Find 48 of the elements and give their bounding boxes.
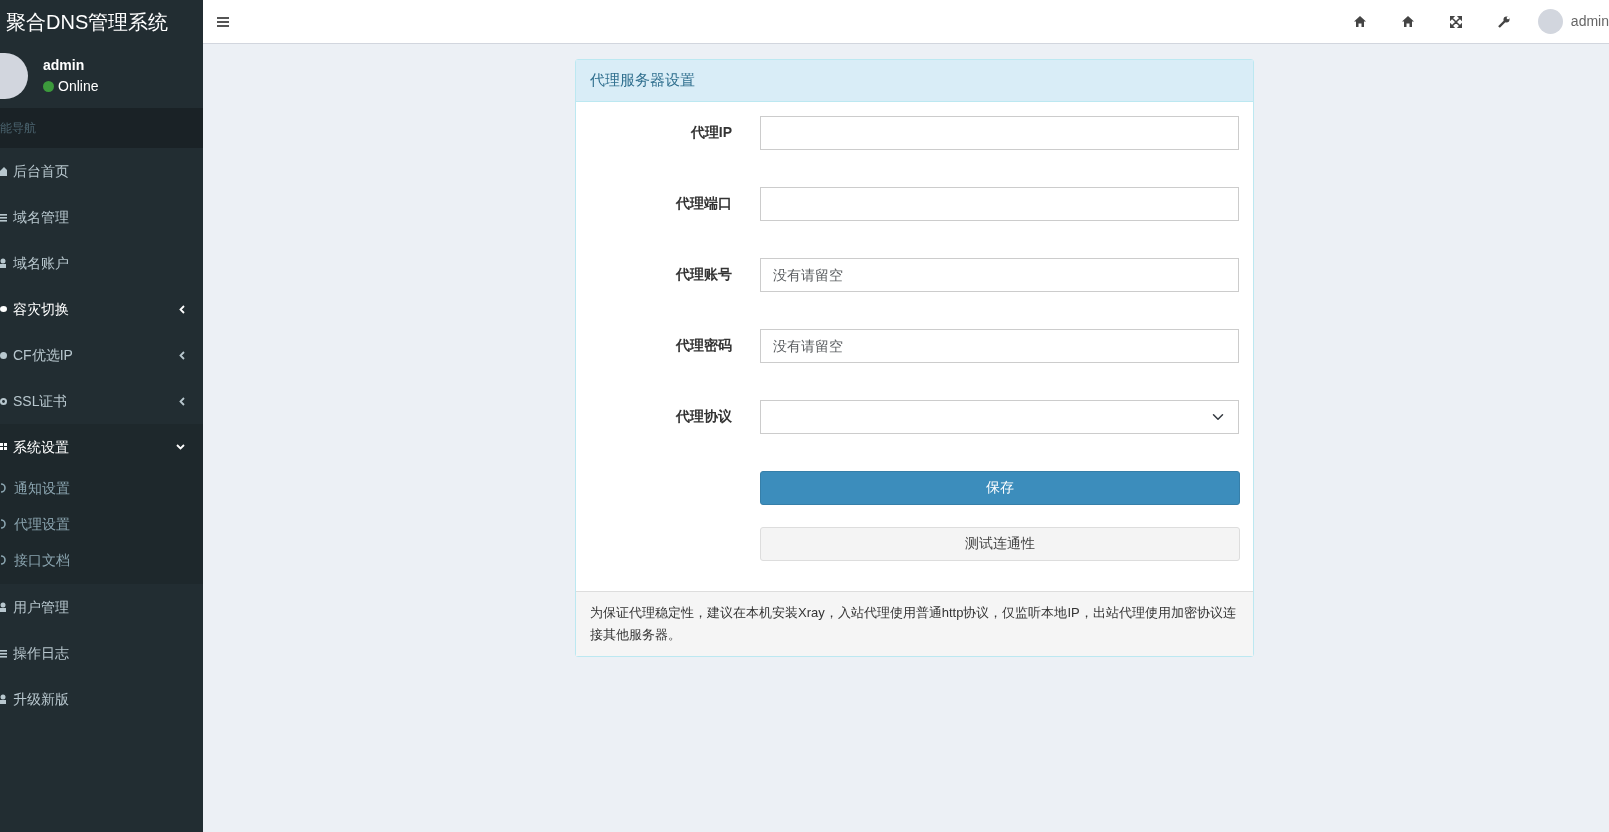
user-name: admin <box>43 56 86 75</box>
sidebar-menu-item[interactable]: 域名账户 <box>0 240 203 286</box>
grid-icon <box>0 441 7 453</box>
input-field[interactable] <box>760 186 1239 221</box>
sidebar-menu-item[interactable]: 后台首页 <box>0 148 203 194</box>
sidebar-menu-item[interactable]: 操作日志 <box>0 630 203 676</box>
list-icon <box>0 211 7 223</box>
field-label: 代理密码 <box>674 336 733 355</box>
input-field[interactable] <box>760 115 1239 150</box>
home-icon[interactable] <box>1401 16 1414 27</box>
chevron-down-icon <box>176 444 185 450</box>
field-label: 代理IP <box>689 123 733 142</box>
help-text: 为保证代理稳定性，建议在本机安装Xray，入站代理使用普通http协议，仅监听本地IP，出站代理使用加密协议连接其他服务器。 <box>576 590 1253 656</box>
fullscreen-icon[interactable] <box>1449 15 1462 28</box>
sidebar-menu-item[interactable]: SSL证书 <box>0 378 203 424</box>
avatar-placeholder <box>1537 9 1563 34</box>
sidebar-menu-item[interactable]: CF优选IP <box>0 332 203 378</box>
sidebar-menu-item[interactable]: 系统设置 <box>0 424 203 470</box>
field-label: 代理端口 <box>674 194 733 213</box>
submenu-item[interactable]: 代理设置 <box>0 506 203 542</box>
test-button[interactable]: 测试连通性 <box>760 526 1240 561</box>
panel-title: 代理服务器设置 <box>576 60 1253 102</box>
nav-section-header: 能导航 <box>0 120 36 137</box>
sidebar-menu-item[interactable]: 升级新版 <box>0 676 203 722</box>
user-status: Online <box>58 77 99 96</box>
sidebar-menu-item[interactable]: 域名管理 <box>0 194 203 240</box>
app-title: 聚合DNS管理系统 <box>5 10 170 35</box>
submenu-item[interactable]: 通知设置 <box>0 470 203 506</box>
chevron-left-icon <box>179 350 185 360</box>
user-icon <box>0 257 7 269</box>
user-icon <box>0 693 7 705</box>
submenu-item[interactable]: 接口文档 <box>0 542 203 578</box>
chevron-left-icon <box>179 396 185 406</box>
field-label: 代理协议 <box>674 407 733 426</box>
user-menu-link[interactable]: admin <box>1570 11 1609 32</box>
sidebar-menu-item[interactable]: 用户管理 <box>0 584 203 630</box>
field-label: 代理账号 <box>674 265 733 284</box>
home-icon <box>0 165 7 177</box>
avatar-placeholder <box>0 53 28 99</box>
wrench-icon[interactable] <box>1497 15 1510 28</box>
input-field[interactable]: 没有请留空 <box>760 328 1239 363</box>
chevron-left-icon <box>179 304 185 314</box>
user-icon <box>0 601 7 613</box>
sidebar-menu-item[interactable]: 容灾切换 <box>0 286 203 332</box>
input-field[interactable]: 没有请留空 <box>760 257 1239 292</box>
home-icon[interactable] <box>1353 16 1366 27</box>
list-icon <box>0 647 7 659</box>
save-button[interactable]: 保存 <box>760 470 1240 505</box>
